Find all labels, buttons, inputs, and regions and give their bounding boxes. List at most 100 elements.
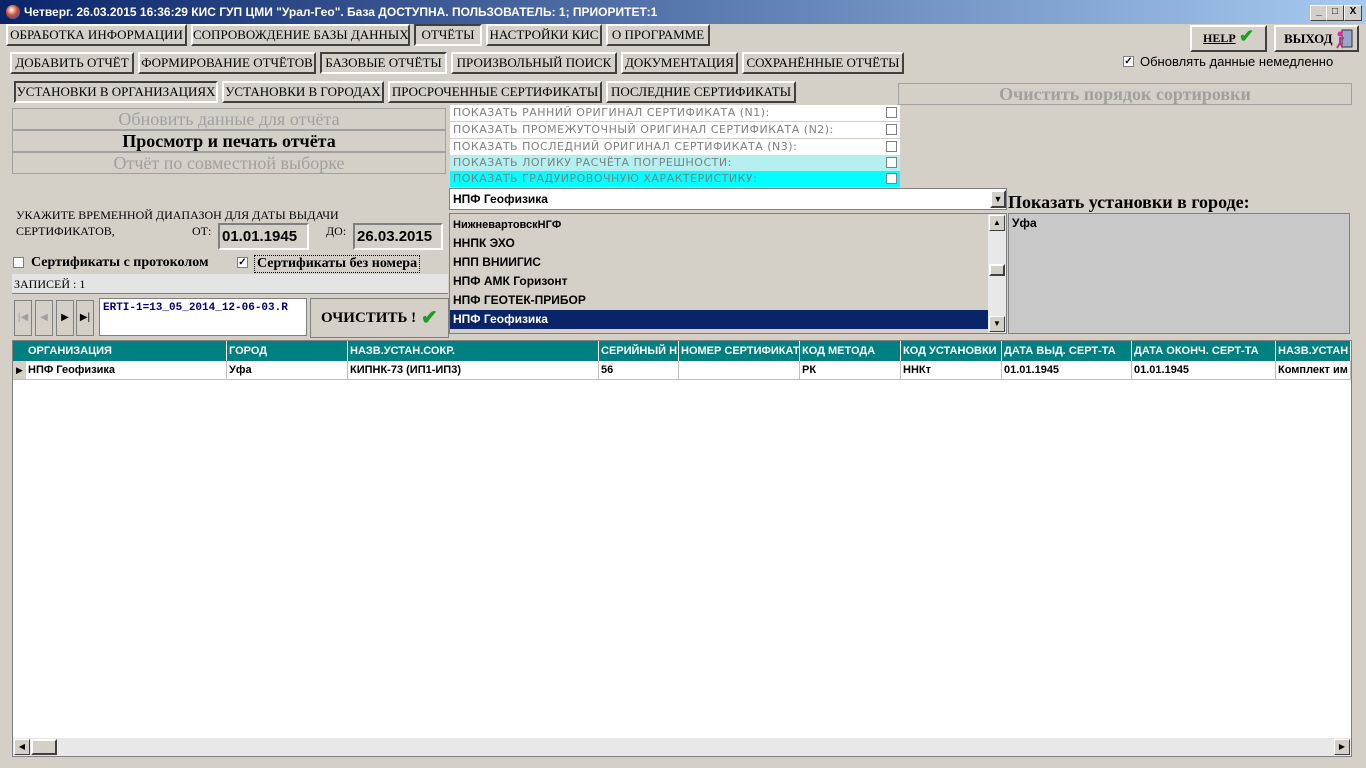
col-end-date[interactable]: ДАТА ОКОНЧ. СЕРТ-ТА bbox=[1132, 341, 1276, 361]
list-item[interactable]: НижневартовскНГФ bbox=[450, 216, 988, 234]
tab-last-certs[interactable]: ПОСЛЕДНИЕ СЕРТИФИКАТЫ bbox=[606, 81, 796, 103]
grid-corner bbox=[13, 341, 26, 361]
scroll-thumb[interactable] bbox=[31, 739, 57, 755]
table-cell[interactable]: Уфа bbox=[227, 361, 348, 380]
clear-sort-button[interactable]: Очистить порядок сортировки bbox=[898, 83, 1352, 105]
title-bar: Четверг. 26.03.2015 16:36:29 КИС ГУП ЦМИ… bbox=[0, 0, 1366, 24]
col-organization[interactable]: ОРГАНИЗАЦИЯ bbox=[26, 341, 227, 361]
col-issue-date[interactable]: ДАТА ВЫД. СЕРТ-ТА bbox=[1002, 341, 1132, 361]
table-cell[interactable]: 56 bbox=[599, 361, 679, 380]
last-record-button[interactable]: ▶| bbox=[76, 300, 94, 336]
col-method-code[interactable]: КОД МЕТОДА bbox=[800, 341, 901, 361]
help-button[interactable]: HELP ✔ bbox=[1190, 25, 1267, 52]
scroll-thumb[interactable] bbox=[989, 264, 1005, 276]
option-checkbox[interactable] bbox=[886, 107, 897, 118]
option-last-original[interactable]: ПОКАЗАТЬ ПОСЛЕДНИЙ ОРИГИНАЛ СЕРТИФИКАТА … bbox=[450, 139, 900, 155]
option-calibration[interactable]: ПОКАЗАТЬ ГРАДУИРОВОЧНУЮ ХАРАКТЕРИСТИКУ: bbox=[450, 171, 900, 187]
table-cell[interactable]: 01.01.1945 bbox=[1002, 361, 1132, 380]
maximize-button[interactable]: □ bbox=[1326, 5, 1344, 21]
table-cell[interactable]: Комплект им bbox=[1276, 361, 1351, 380]
next-record-button[interactable]: ▶ bbox=[56, 300, 74, 336]
scroll-up-icon[interactable]: ▲ bbox=[989, 215, 1005, 231]
with-protocol-checkbox[interactable] bbox=[13, 257, 24, 268]
date-range-caption-2: СЕРТИФИКАТОВ, bbox=[16, 224, 115, 238]
table-cell[interactable]: ННКт bbox=[901, 361, 1002, 380]
scroll-right-icon[interactable]: ▶ bbox=[1334, 739, 1350, 755]
tab-settings[interactable]: НАСТРОЙКИ КИС bbox=[486, 24, 602, 46]
scroll-left-icon[interactable]: ◀ bbox=[14, 739, 30, 755]
results-grid[interactable] bbox=[12, 340, 1352, 757]
scroll-down-icon[interactable]: ▼ bbox=[989, 316, 1005, 332]
col-city[interactable]: ГОРОД bbox=[227, 341, 348, 361]
tab-installs-orgs[interactable]: УСТАНОВКИ В ОРГАНИЗАЦИЯХ bbox=[14, 81, 218, 103]
row-indicator-icon: ▶ bbox=[13, 361, 26, 380]
date-from-value: 01.01.1945 bbox=[222, 228, 298, 245]
col-cert-number[interactable]: НОМЕР СЕРТИФИКАТ bbox=[679, 341, 800, 361]
checkmark-icon: ✔ bbox=[421, 307, 438, 329]
option-early-original[interactable]: ПОКАЗАТЬ РАННИЙ ОРИГИНАЛ СЕРТИФИКАТА (N1… bbox=[450, 105, 900, 121]
prev-record-button[interactable]: ◀ bbox=[35, 300, 53, 336]
option-checkbox[interactable] bbox=[886, 141, 897, 152]
list-item[interactable]: НПФ ГЕОТЕК-ПРИБОР bbox=[450, 291, 988, 310]
tab-form-reports[interactable]: ФОРМИРОВАНИЕ ОТЧЁТОВ bbox=[138, 52, 316, 74]
tab-installs-cities[interactable]: УСТАНОВКИ В ГОРОДАХ bbox=[222, 81, 384, 103]
tab-expired-certs[interactable]: ПРОСРОЧЕННЫЕ СЕРТИФИКАТЫ bbox=[388, 81, 602, 103]
list-item-selected[interactable]: НПФ Геофизика bbox=[450, 310, 988, 329]
col-install-full-name[interactable]: НАЗВ.УСТАН bbox=[1276, 341, 1351, 361]
table-cell[interactable] bbox=[679, 361, 800, 380]
table-cell[interactable]: НПФ Геофизика bbox=[26, 361, 227, 380]
refresh-data-button[interactable]: Обновить данные для отчёта bbox=[12, 108, 446, 130]
date-from-label: ОТ: bbox=[192, 224, 212, 238]
preview-print-button[interactable]: Просмотр и печать отчёта bbox=[12, 130, 446, 152]
list-item[interactable]: Уфа bbox=[1009, 214, 1349, 233]
option-checkbox[interactable] bbox=[886, 157, 897, 168]
tab-base-reports[interactable]: БАЗОВЫЕ ОТЧЁТЫ bbox=[320, 52, 447, 74]
tab-add-report[interactable]: ДОБАВИТЬ ОТЧЁТ bbox=[10, 52, 134, 74]
list-item[interactable]: ННПК ЭХО bbox=[450, 234, 988, 253]
date-to-field[interactable]: 26.03.2015 bbox=[353, 223, 443, 250]
option-checkbox[interactable] bbox=[886, 173, 897, 184]
option-checkbox[interactable] bbox=[886, 124, 897, 135]
joint-report-button[interactable]: Отчёт по совместной выборке bbox=[12, 152, 446, 174]
without-number-checkbox[interactable]: ✓ bbox=[237, 257, 248, 268]
table-cell[interactable]: КИПНК-73 (ИП1-ИП3) bbox=[348, 361, 599, 380]
table-cell[interactable]: РК bbox=[800, 361, 901, 380]
help-label: HELP bbox=[1203, 31, 1236, 45]
list-item[interactable]: НПП ВНИИГИС bbox=[450, 253, 988, 272]
option-label: ПОКАЗАТЬ ЛОГИКУ РАСЧЁТА ПОГРЕШНОСТИ: bbox=[453, 156, 732, 169]
tab-free-search[interactable]: ПРОИЗВОЛЬНЫЙ ПОИСК bbox=[451, 52, 617, 74]
tab-documentation[interactable]: ДОКУМЕНТАЦИЯ bbox=[621, 52, 738, 74]
grid-hscrollbar[interactable]: ◀ ▶ bbox=[13, 738, 1351, 756]
exit-label: ВЫХОД bbox=[1284, 31, 1333, 46]
table-cell[interactable]: 01.01.1945 bbox=[1132, 361, 1276, 380]
without-number-label: Сертификаты без номера bbox=[254, 255, 421, 273]
exit-button[interactable]: ВЫХОД bbox=[1274, 25, 1359, 52]
option-intermediate-original[interactable]: ПОКАЗАТЬ ПРОМЕЖУТОЧНЫЙ ОРИГИНАЛ СЕРТИФИК… bbox=[450, 122, 900, 138]
col-install-name[interactable]: НАЗВ.УСТАН.СОКР. bbox=[348, 341, 599, 361]
col-install-code[interactable]: КОД УСТАНОВКИ bbox=[901, 341, 1002, 361]
auto-update-checkbox[interactable]: ✓ bbox=[1123, 56, 1134, 67]
close-button[interactable]: X bbox=[1344, 5, 1362, 21]
city-list[interactable]: Уфа bbox=[1008, 213, 1350, 334]
list-item[interactable]: НПФ АМК Горизонт bbox=[450, 272, 988, 291]
date-to-label: ДО: bbox=[326, 224, 347, 238]
tab-about[interactable]: О ПРОГРАММЕ bbox=[606, 24, 710, 46]
org-list-scrollbar[interactable]: ▲ ▼ bbox=[988, 214, 1006, 333]
window-title: Четверг. 26.03.2015 16:36:29 КИС ГУП ЦМИ… bbox=[24, 5, 658, 19]
org-combobox[interactable]: НПФ Геофизика ▼ bbox=[449, 188, 1007, 210]
org-list[interactable]: НижневартовскНГФ ННПК ЭХО НПП ВНИИГИС НП… bbox=[449, 213, 1007, 334]
col-serial[interactable]: СЕРИЙНЫЙ Н bbox=[599, 341, 679, 361]
option-label: ПОКАЗАТЬ ГРАДУИРОВОЧНУЮ ХАРАКТЕРИСТИКУ: bbox=[453, 172, 758, 185]
tab-processing[interactable]: ОБРАБОТКА ИНФОРМАЦИИ bbox=[6, 24, 187, 46]
tab-saved-reports[interactable]: СОХРАНЁННЫЕ ОТЧЁТЫ bbox=[742, 52, 904, 74]
date-from-field[interactable]: 01.01.1945 bbox=[218, 223, 309, 250]
search-value: ERTI-1=13_05_2014_12-06-03.R bbox=[103, 302, 288, 314]
option-error-logic[interactable]: ПОКАЗАТЬ ЛОГИКУ РАСЧЁТА ПОГРЕШНОСТИ: bbox=[450, 155, 900, 171]
tab-db-support[interactable]: СОПРОВОЖДЕНИЕ БАЗЫ ДАННЫХ bbox=[191, 24, 410, 46]
clear-button[interactable]: ОЧИСТИТЬ ! ✔ bbox=[310, 298, 449, 338]
date-to-value: 26.03.2015 bbox=[357, 228, 433, 245]
chevron-down-icon[interactable]: ▼ bbox=[990, 190, 1006, 208]
first-record-button[interactable]: |◀ bbox=[14, 300, 32, 336]
search-field[interactable]: ERTI-1=13_05_2014_12-06-03.R bbox=[99, 298, 307, 336]
tab-reports[interactable]: ОТЧЁТЫ bbox=[414, 24, 482, 46]
